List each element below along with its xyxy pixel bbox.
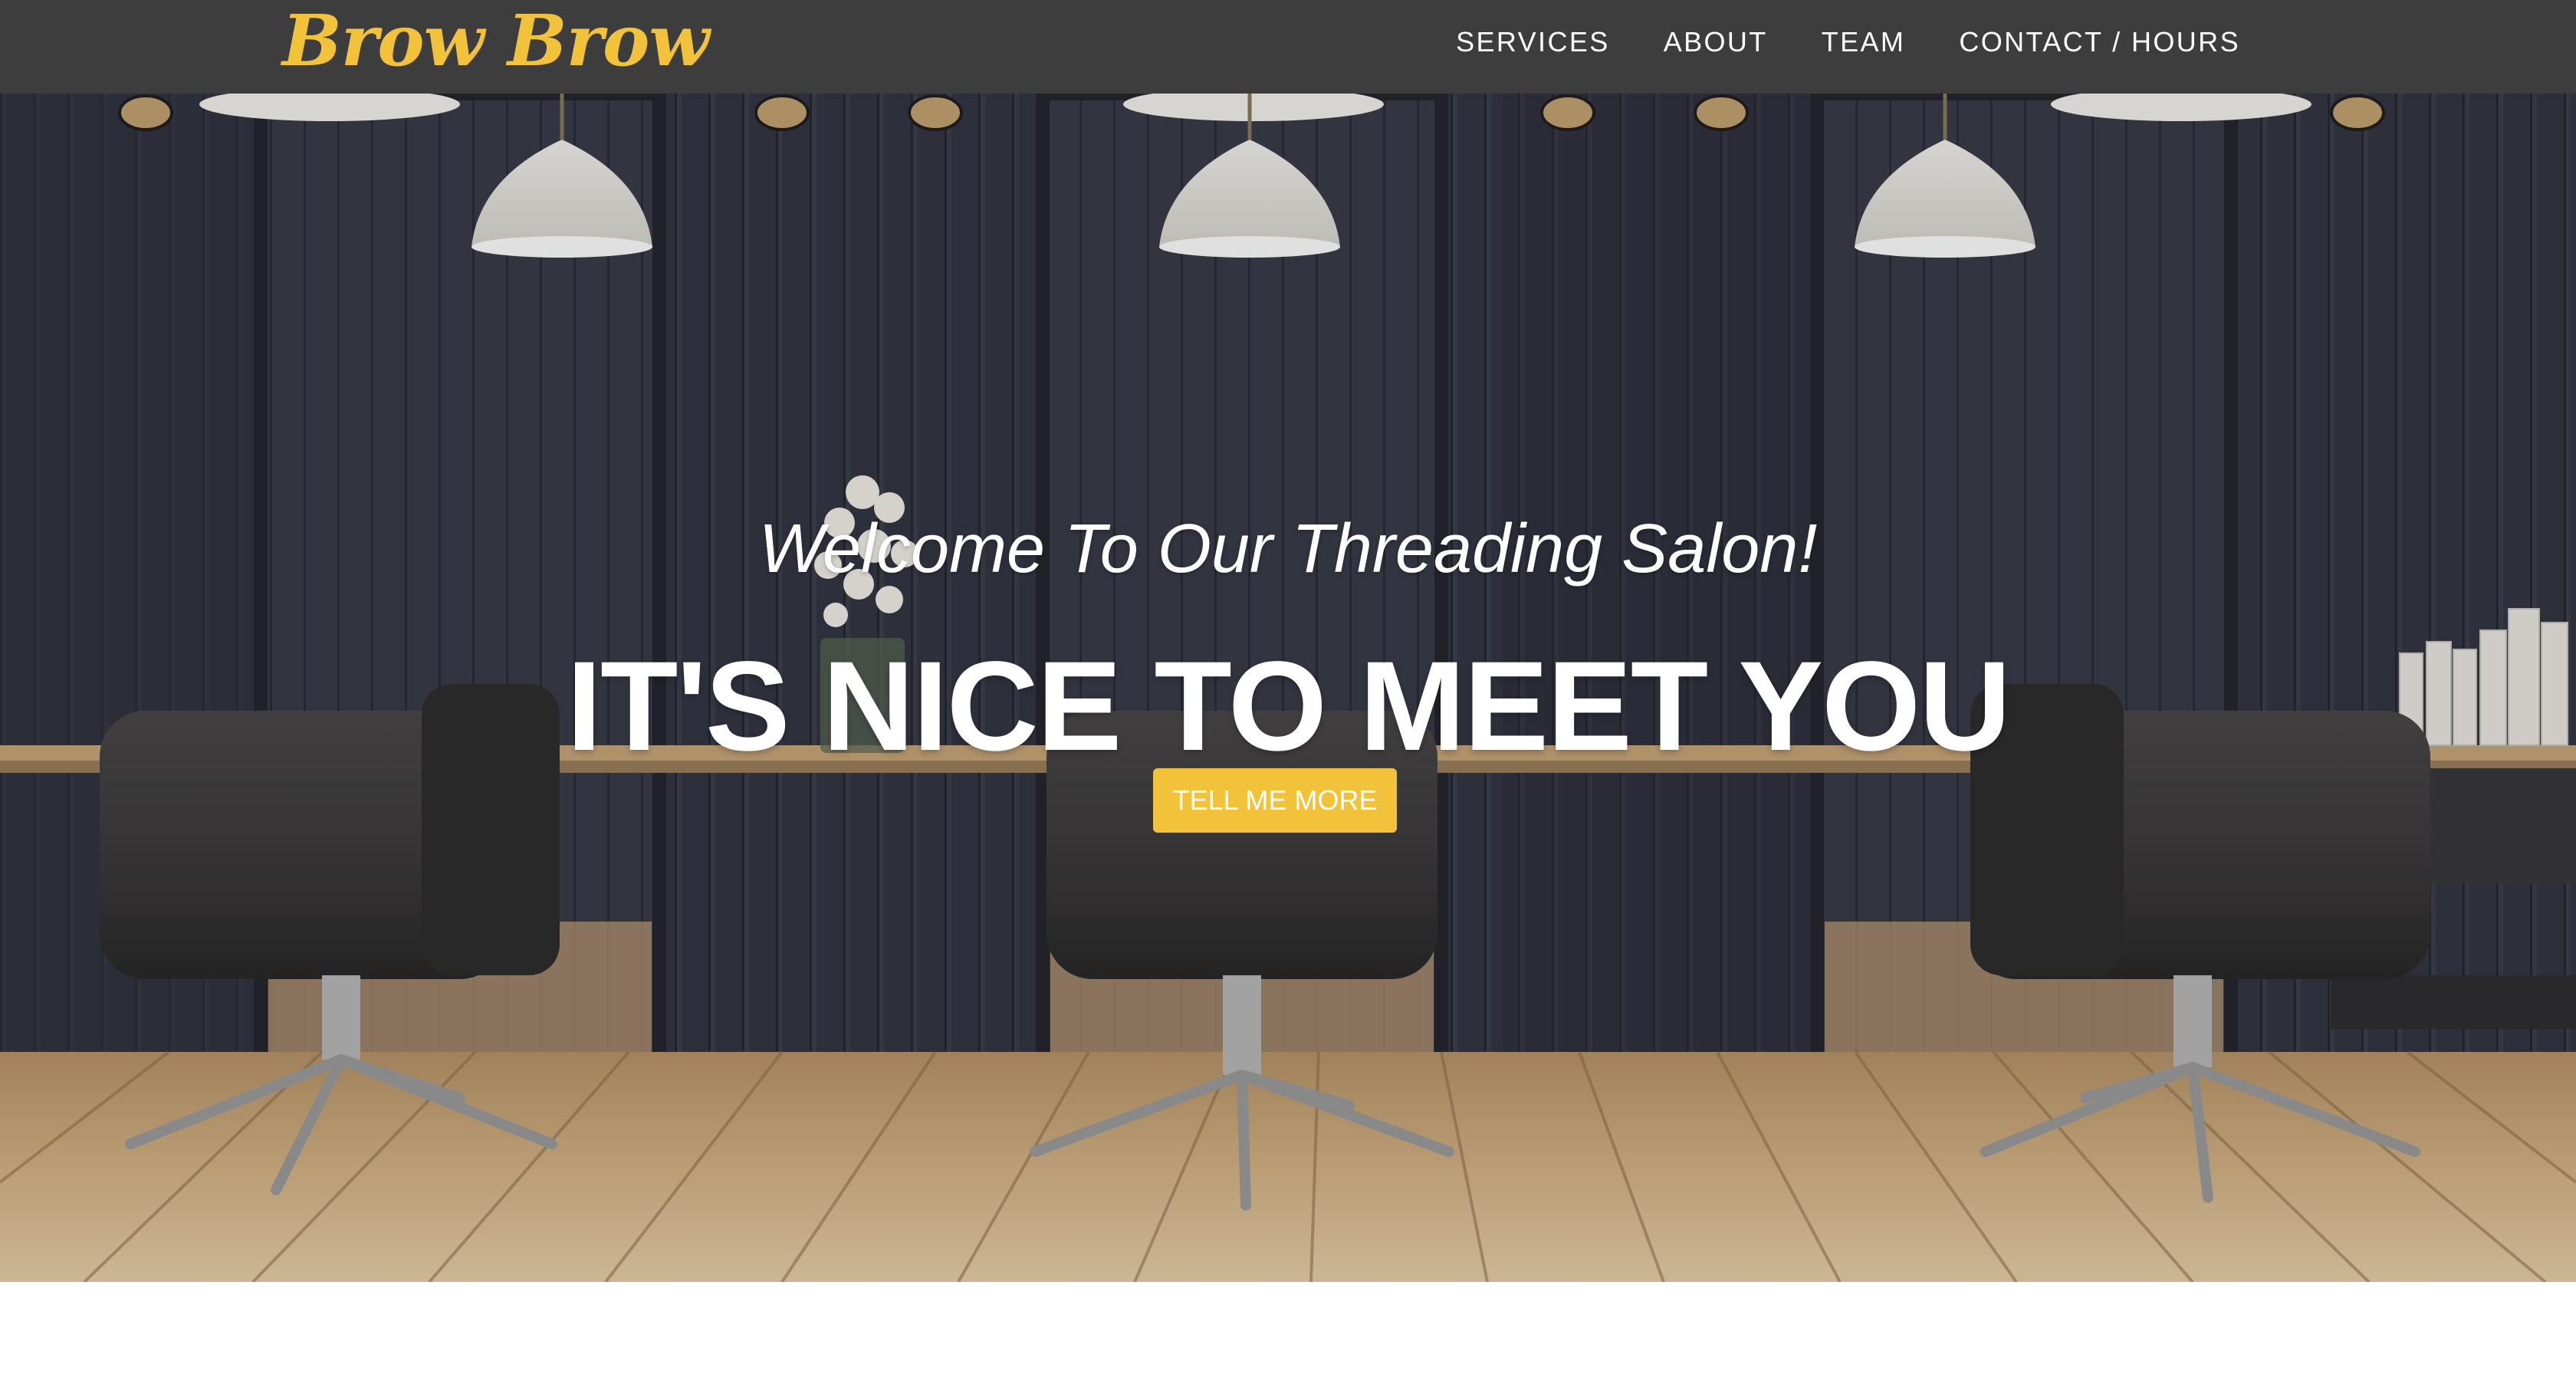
nav-link-about[interactable]: ABOUT <box>1664 26 1768 58</box>
hero-heading: IT'S NICE TO MEET YOU <box>566 636 2011 777</box>
tell-me-more-button[interactable]: TELL ME MORE <box>1153 768 1397 833</box>
navbar: Brow Brow SERVICES ABOUT TEAM CONTACT / … <box>0 0 2576 94</box>
nav-link-team[interactable]: TEAM <box>1822 26 1906 58</box>
hero-section: Welcome To Our Threading Salon! IT'S NIC… <box>0 94 2576 1282</box>
nav-link-services[interactable]: SERVICES <box>1456 26 1610 58</box>
page-content-below-hero <box>0 1282 2576 1387</box>
brand-logo[interactable]: Brow Brow <box>282 0 710 83</box>
nav-menu: SERVICES ABOUT TEAM CONTACT / HOURS <box>1456 0 2240 84</box>
hero-subtitle: Welcome To Our Threading Salon! <box>758 511 1818 587</box>
nav-link-contact-hours[interactable]: CONTACT / HOURS <box>1959 26 2240 58</box>
